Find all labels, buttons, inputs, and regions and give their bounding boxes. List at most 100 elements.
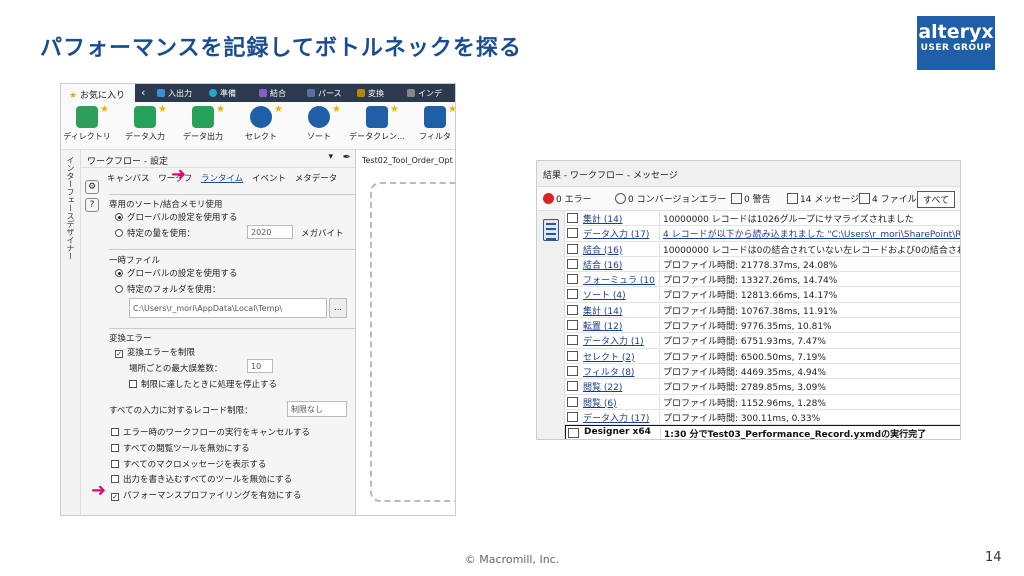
tab-prep[interactable]: 準備 — [209, 88, 236, 99]
message-tool-link[interactable]: 閲覧 (6) — [583, 396, 655, 409]
tool-input-data[interactable]: ★ データ入力 — [115, 104, 175, 142]
max-errors-input[interactable]: 10 — [247, 359, 273, 373]
message-icon — [567, 258, 578, 269]
record-limit-input[interactable]: 制限なし — [287, 401, 347, 417]
message-text: プロファイル時間: 4469.35ms, 4.94% — [659, 364, 960, 378]
cancel-on-error-checkbox[interactable]: エラー時のワークフローの実行をキャンセルする — [111, 426, 310, 438]
memory-specific-radio[interactable]: 特定の量を使用： — [115, 227, 195, 239]
message-tool-link[interactable]: Designer x64 — [584, 427, 656, 439]
logo-subtext: USER GROUP — [920, 43, 992, 53]
temp-specific-radio[interactable]: 特定のフォルダを使用： — [115, 283, 221, 295]
message-row[interactable]: 転置 (12) プロファイル時間: 9776.35ms, 10.81% — [565, 318, 960, 334]
slide-title: パフォーマンスを記録してボトルネックを探る — [40, 36, 522, 61]
tab-metadata[interactable]: メタデータ — [295, 174, 338, 184]
message-tool-link[interactable]: 集計 (14) — [583, 212, 655, 225]
tab-io[interactable]: 入出力 — [157, 88, 192, 99]
tool-data-cleansing[interactable]: ★ データクレン... — [347, 104, 407, 142]
message-row[interactable]: 集計 (14) 10000000 レコードは1026グループにサマライズされました — [565, 211, 960, 227]
star-icon: ★ — [100, 104, 109, 115]
tool-filter[interactable]: ★フィルタ — [405, 104, 455, 142]
tool-sort[interactable]: ★ ソート — [289, 104, 349, 142]
message-table: 集計 (14) 10000000 レコードは1026グループにサマライズされました… — [565, 211, 960, 439]
tab-parse[interactable]: パース — [307, 88, 342, 99]
message-tool-link[interactable]: フィルタ (8) — [583, 365, 655, 378]
star-icon: ★ — [332, 104, 341, 115]
message-icon — [567, 213, 578, 223]
disable-output-checkbox[interactable]: 出力を書き込むすべてのツールを無効にする — [111, 473, 292, 485]
conversion-errors-filter[interactable]: 0 コンバージョンエラー — [615, 192, 726, 205]
message-tool-link[interactable]: ソート (4) — [583, 288, 655, 301]
message-row[interactable]: セレクト (2) プロファイル時間: 6500.50ms, 7.19% — [565, 349, 960, 364]
disable-browse-checkbox[interactable]: すべての閲覧ツールを無効にする — [111, 442, 250, 454]
workflow-canvas[interactable]: Test02_Tool_Order_Opt — [355, 150, 455, 515]
temp-folder-input[interactable]: C:\Users\r_mori\AppData\Local\Temp\ — [129, 298, 327, 318]
message-row[interactable]: 結合 (16) プロファイル時間: 21778.37ms, 24.08% — [565, 257, 960, 273]
tab-events[interactable]: イベント — [252, 174, 286, 184]
message-row[interactable]: データ入力 (17) 4 レコードが以下から読み込まれました "C:\Users\… — [565, 226, 960, 242]
message-tool-link[interactable]: 結合 (16) — [583, 258, 655, 271]
tab-in-database[interactable]: インデ — [407, 88, 442, 99]
highlight-arrow-icon: ➜ — [91, 480, 107, 501]
messages-filter[interactable]: 14 メッセージ — [787, 192, 859, 205]
message-tool-link[interactable]: フォーミュラ (10) — [583, 273, 655, 286]
memory-amount-input[interactable]: 2020 — [247, 225, 293, 239]
interface-designer-tab[interactable]: インターフェースデザイナー — [61, 150, 81, 515]
tab-join[interactable]: 結合 — [259, 88, 286, 99]
message-text: 4 レコードが以下から読み込まれました "C:\Users\r_mori\Sha… — [659, 227, 960, 241]
message-icon — [567, 365, 578, 376]
message-tool-link[interactable]: セレクト (2) — [583, 350, 655, 363]
pin-icon[interactable]: ✒ — [343, 152, 351, 163]
message-row[interactable]: 集計 (14) プロファイル時間: 10767.38ms, 11.91% — [565, 303, 960, 319]
message-icon — [567, 243, 578, 254]
chevron-down-icon[interactable]: ▾ — [328, 152, 333, 162]
message-tool-link[interactable]: データ入力 (1) — [583, 334, 655, 347]
message-tool-link[interactable]: 転置 (12) — [583, 319, 655, 332]
message-row[interactable]: 結合 (16) 10000000 レコードは0の結合されていない左レコードおよび0… — [565, 242, 960, 257]
tab-runtime[interactable]: ランタイム — [201, 174, 243, 184]
message-tool-link[interactable]: 結合 (16) — [583, 243, 655, 256]
message-tool-link[interactable]: 閲覧 (22) — [583, 380, 655, 393]
message-row[interactable]: フィルタ (8) プロファイル時間: 4469.35ms, 4.94% — [565, 364, 960, 380]
cleansing-icon — [366, 106, 388, 128]
warnings-filter[interactable]: 0 警告 — [731, 192, 771, 205]
all-filter-button[interactable]: すべて — [917, 191, 956, 208]
tool-category-bar: ★ お気に入り ‹ 入出力 準備 結合 パース 変換 インデ — [61, 84, 455, 102]
message-icon — [567, 350, 578, 361]
tool-directory[interactable]: ★ ディレクトリ — [61, 104, 117, 142]
files-filter[interactable]: 4 ファイル — [859, 192, 917, 205]
message-row[interactable]: データ入力 (1) プロファイル時間: 6751.93ms, 7.47% — [565, 333, 960, 349]
message-row[interactable]: 閲覧 (6) プロファイル時間: 1152.96ms, 1.28% — [565, 395, 960, 410]
message-row[interactable]: ソート (4) プロファイル時間: 12813.66ms, 14.17% — [565, 287, 960, 303]
message-row[interactable]: 閲覧 (22) プロファイル時間: 2789.85ms, 3.09% — [565, 379, 960, 395]
temp-global-radio[interactable]: グローバルの設定を使用する — [115, 267, 237, 279]
message-row[interactable]: フォーミュラ (10) プロファイル時間: 13327.26ms, 14.74% — [565, 272, 960, 288]
list-view-icon[interactable] — [543, 219, 559, 241]
errors-filter[interactable]: 0 エラー — [543, 192, 592, 205]
tool-output-data[interactable]: ★ データ出力 — [173, 104, 233, 142]
tab-transform[interactable]: 変換 — [357, 88, 384, 99]
message-tool-link[interactable]: 集計 (14) — [583, 304, 655, 317]
stop-on-limit-checkbox[interactable]: 制限に達したときに処理を停止する — [129, 378, 277, 390]
settings-icon[interactable]: ⚙ — [85, 180, 99, 194]
message-row[interactable]: Designer x64 1:30 分でTest03_Performance_Re… — [565, 425, 960, 439]
canvas-container — [370, 182, 455, 502]
memory-global-radio[interactable]: グローバルの設定を使用する — [115, 211, 237, 223]
tab-favorites[interactable]: ★ お気に入り — [61, 84, 135, 102]
help-icon[interactable]: ? — [85, 198, 99, 212]
workflow-config-panel: ワークフロー - 設定 ▾ ✒ ⚙ ? キャンバス ワークフ ランタイム イベン… — [81, 150, 371, 515]
message-icon — [567, 274, 578, 285]
logo-text: alteryx — [918, 21, 994, 43]
browse-button[interactable]: ... — [329, 298, 347, 318]
tool-select[interactable]: ★ セレクト — [231, 104, 291, 142]
chevron-left-icon[interactable]: ‹ — [141, 86, 145, 99]
message-row[interactable]: データ入力 (17) プロファイル時間: 300.11ms, 0.33% — [565, 410, 960, 426]
show-macro-messages-checkbox[interactable]: すべてのマクロメッセージを表示する — [111, 458, 266, 470]
conversion-limit-checkbox[interactable]: ✓ 変換エラーを制限 — [115, 346, 195, 358]
performance-profiling-checkbox[interactable]: ✓ パフォーマンスプロファイリングを有効にする — [111, 489, 301, 501]
canvas-tab-title[interactable]: Test02_Tool_Order_Opt — [362, 156, 453, 165]
message-tool-link[interactable]: データ入力 (17) — [583, 227, 655, 240]
tab-canvas[interactable]: キャンバス — [107, 174, 150, 184]
star-icon: ★ — [274, 104, 283, 115]
divider — [109, 328, 371, 329]
message-tool-link[interactable]: データ入力 (17) — [583, 411, 655, 424]
